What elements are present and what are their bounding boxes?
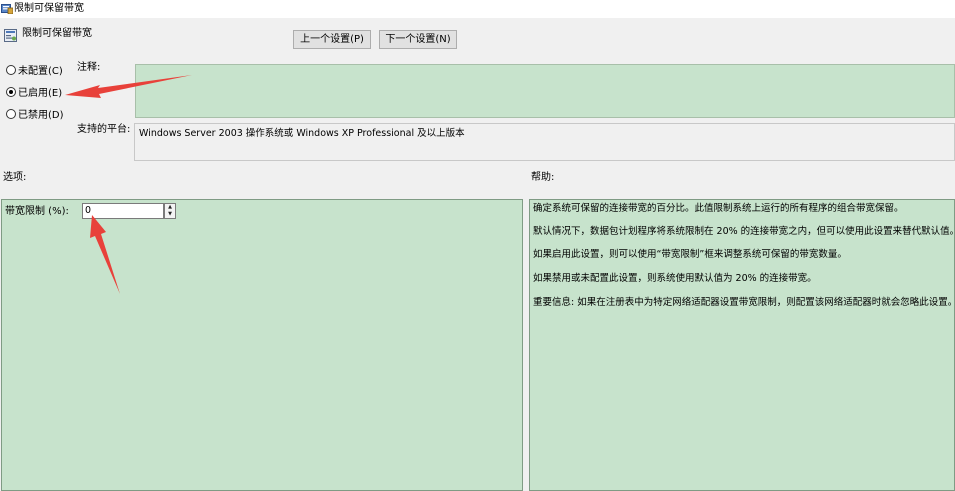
bandwidth-limit-input[interactable]: 0	[82, 203, 164, 219]
radio-circle-selected[interactable]	[6, 87, 16, 97]
platform-label: 支持的平台:	[77, 124, 131, 135]
policy-heading: 限制可保留带宽	[22, 28, 92, 39]
radio-not-configured[interactable]: 未配置(C)	[6, 65, 63, 79]
radio-circle[interactable]	[6, 65, 16, 75]
radio-circle[interactable]	[6, 109, 16, 119]
options-panel	[1, 199, 523, 491]
help-line: 重要信息: 如果在注册表中为特定网络适配器设置带宽限制，则配置该网络适配器时就会…	[533, 297, 955, 308]
radio-label-enabled: 已启用(E)	[18, 88, 63, 99]
help-line: 默认情况下，数据包计划程序将系统限制在 20% 的连接带宽之内，但可以使用此设置…	[533, 226, 955, 237]
next-setting-button[interactable]: 下一个设置(N)	[379, 30, 457, 49]
policy-app-icon	[1, 4, 13, 14]
spin-up-icon[interactable]: ▲	[165, 204, 175, 211]
comment-textarea[interactable]	[135, 64, 955, 118]
radio-enabled[interactable]: 已启用(E)	[6, 87, 62, 101]
help-panel	[529, 199, 955, 491]
setting-icon	[4, 29, 17, 42]
options-heading: 选项:	[3, 172, 27, 183]
spin-down-icon[interactable]: ▼	[165, 211, 175, 218]
radio-label-not-configured: 未配置(C)	[18, 66, 63, 77]
previous-setting-button[interactable]: 上一个设置(P)	[293, 30, 371, 49]
comment-label: 注释:	[77, 62, 101, 73]
radio-disabled[interactable]: 已禁用(D)	[6, 109, 64, 123]
title-bar	[0, 0, 955, 18]
help-line: 如果启用此设置，则可以使用“带宽限制”框来调整系统可保留的带宽数量。	[533, 249, 847, 260]
platform-value: Windows Server 2003 操作系统或 Windows XP Pro…	[139, 128, 465, 139]
radio-label-disabled: 已禁用(D)	[18, 110, 64, 121]
help-heading: 帮助:	[531, 172, 555, 183]
bandwidth-limit-label: 带宽限制 (%):	[5, 206, 69, 217]
window-title: 限制可保留带宽	[14, 3, 84, 14]
bandwidth-spinner[interactable]: ▲ ▼	[164, 203, 176, 219]
help-line: 确定系统可保留的连接带宽的百分比。此值限制系统上运行的所有程序的组合带宽保留。	[533, 203, 904, 214]
help-line: 如果禁用或未配置此设置，则系统使用默认值为 20% 的连接带宽。	[533, 273, 817, 284]
